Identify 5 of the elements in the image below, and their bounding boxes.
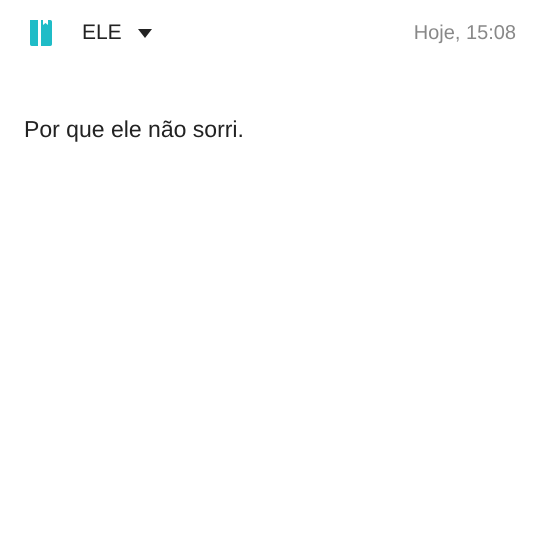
notebook-name[interactable]: ELE <box>82 21 122 45</box>
notebook-icon <box>28 18 54 48</box>
note-text: Por que ele não sorri. <box>24 116 245 143</box>
caret-icon[interactable] <box>138 28 152 38</box>
note-date: Hoje, 15:08 <box>414 22 516 44</box>
